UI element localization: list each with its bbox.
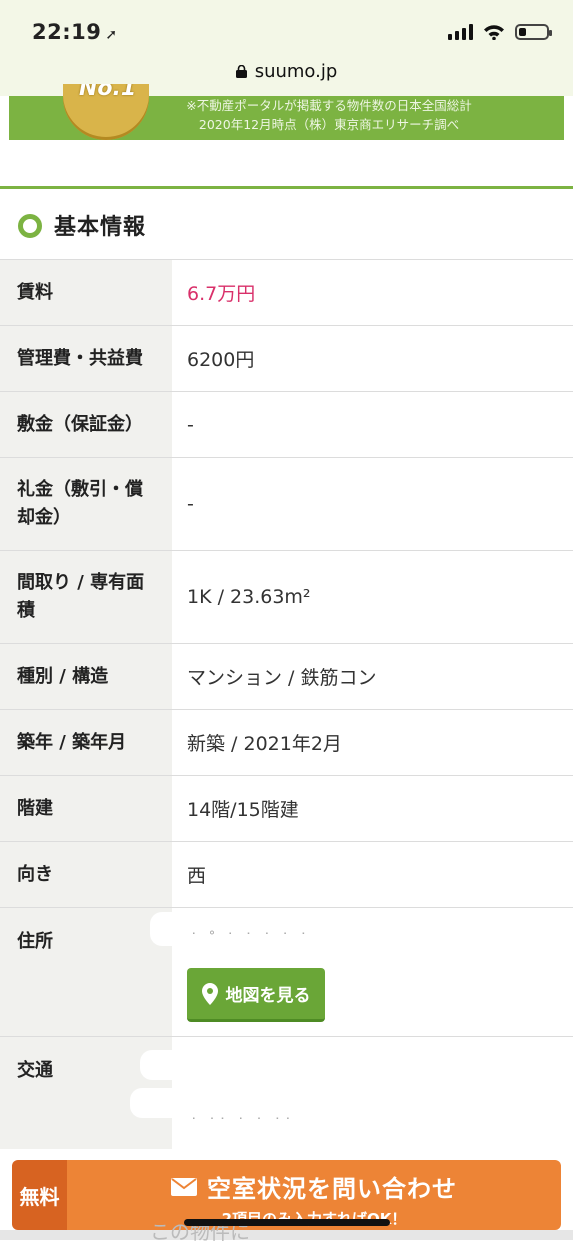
- row-value: 6.7万円: [187, 283, 256, 305]
- redaction-noise: ˙ ˙˙ ˙ ˙ ˙˙: [190, 1115, 295, 1133]
- row-value: 6200円: [187, 349, 255, 371]
- location-arrow-icon: ➚: [105, 27, 118, 43]
- table-row-direction: 向き 西: [0, 842, 573, 908]
- row-label: 礼金（敷引・償却金）: [0, 458, 172, 550]
- redaction-mark: [140, 1050, 470, 1080]
- table-row-type-structure: 種別 / 構造 マンション / 鉄筋コン: [0, 644, 573, 710]
- mail-icon: [171, 1177, 197, 1196]
- cta-title-row: 空室状況を問い合わせ: [67, 1169, 561, 1204]
- row-label: 住所: [0, 908, 172, 1036]
- row-value: マンション / 鉄筋コン: [187, 667, 377, 689]
- row-value: -: [187, 493, 194, 515]
- redaction-noise: ˙ ˚ ˙ ˙ ˙ ˙ ˙: [190, 930, 311, 948]
- cta-title: 空室状況を問い合わせ: [207, 1175, 457, 1203]
- redaction-mark: [130, 1088, 490, 1118]
- row-value: 1K / 23.63m²: [187, 586, 311, 608]
- table-row-floors: 階建 14階/15階建: [0, 776, 573, 842]
- map-pin-icon: [201, 982, 218, 1005]
- cellular-signal-icon: [448, 24, 473, 40]
- view-map-button[interactable]: 地図を見る: [187, 968, 325, 1022]
- status-time: 22:19 ➚: [32, 20, 118, 44]
- table-row-management-fee: 管理費・共益費 6200円: [0, 326, 573, 392]
- lock-icon: [235, 65, 247, 78]
- table-row-layout-area: 間取り / 専有面積 1K / 23.63m²: [0, 551, 573, 644]
- row-value: 新築 / 2021年2月: [187, 733, 342, 755]
- row-label: 管理費・共益費: [0, 326, 172, 391]
- table-row-built-year: 築年 / 築年月 新築 / 2021年2月: [0, 710, 573, 776]
- row-label: 種別 / 構造: [0, 644, 172, 709]
- medal-badge: No.1: [63, 84, 149, 140]
- row-label: 賃料: [0, 260, 172, 325]
- promo-text: ※不動産ポータルが掲載する物件数の日本全国総計 2020年12月時点（株）東京商…: [159, 96, 499, 134]
- row-label: 敷金（保証金）: [0, 392, 172, 457]
- row-label: 間取り / 専有面積: [0, 551, 172, 643]
- row-value: 14階/15階建: [187, 799, 299, 821]
- promo-line-2: 2020年12月時点（株）東京商エリサーチ調べ: [198, 117, 460, 132]
- section-title: 基本情報: [54, 215, 147, 240]
- table-row-deposit: 敷金（保証金） -: [0, 392, 573, 458]
- battery-icon: [515, 24, 552, 40]
- table-row-key-money: 礼金（敷引・償却金） -: [0, 458, 573, 551]
- basic-info-table: 賃料 6.7万円 管理費・共益費 6200円 敷金（保証金） - 礼金（敷引・償…: [0, 260, 573, 1149]
- row-label: 向き: [0, 842, 172, 907]
- section-header: 基本情報: [0, 189, 573, 260]
- row-value: -: [187, 413, 194, 436]
- status-bar: 22:19 ➚: [0, 0, 573, 58]
- row-value: 西: [187, 865, 207, 887]
- wifi-icon: [484, 25, 504, 40]
- home-indicator[interactable]: [184, 1219, 390, 1226]
- view-map-label: 地図を見る: [225, 986, 311, 1006]
- row-label: 築年 / 築年月: [0, 710, 172, 775]
- ring-icon: [18, 214, 42, 238]
- promo-line-1: ※不動産ポータルが掲載する物件数の日本全国総計: [186, 98, 472, 113]
- status-icons: [448, 24, 552, 40]
- row-label: 階建: [0, 776, 172, 841]
- bottom-peek: この物件に: [0, 1220, 573, 1244]
- url-domain: suumo.jp: [254, 61, 338, 82]
- promo-banner[interactable]: No.1 ※不動産ポータルが掲載する物件数の日本全国総計 2020年12月時点（…: [9, 84, 564, 140]
- table-row-rent: 賃料 6.7万円: [0, 260, 573, 326]
- free-label: 無料: [12, 1160, 67, 1230]
